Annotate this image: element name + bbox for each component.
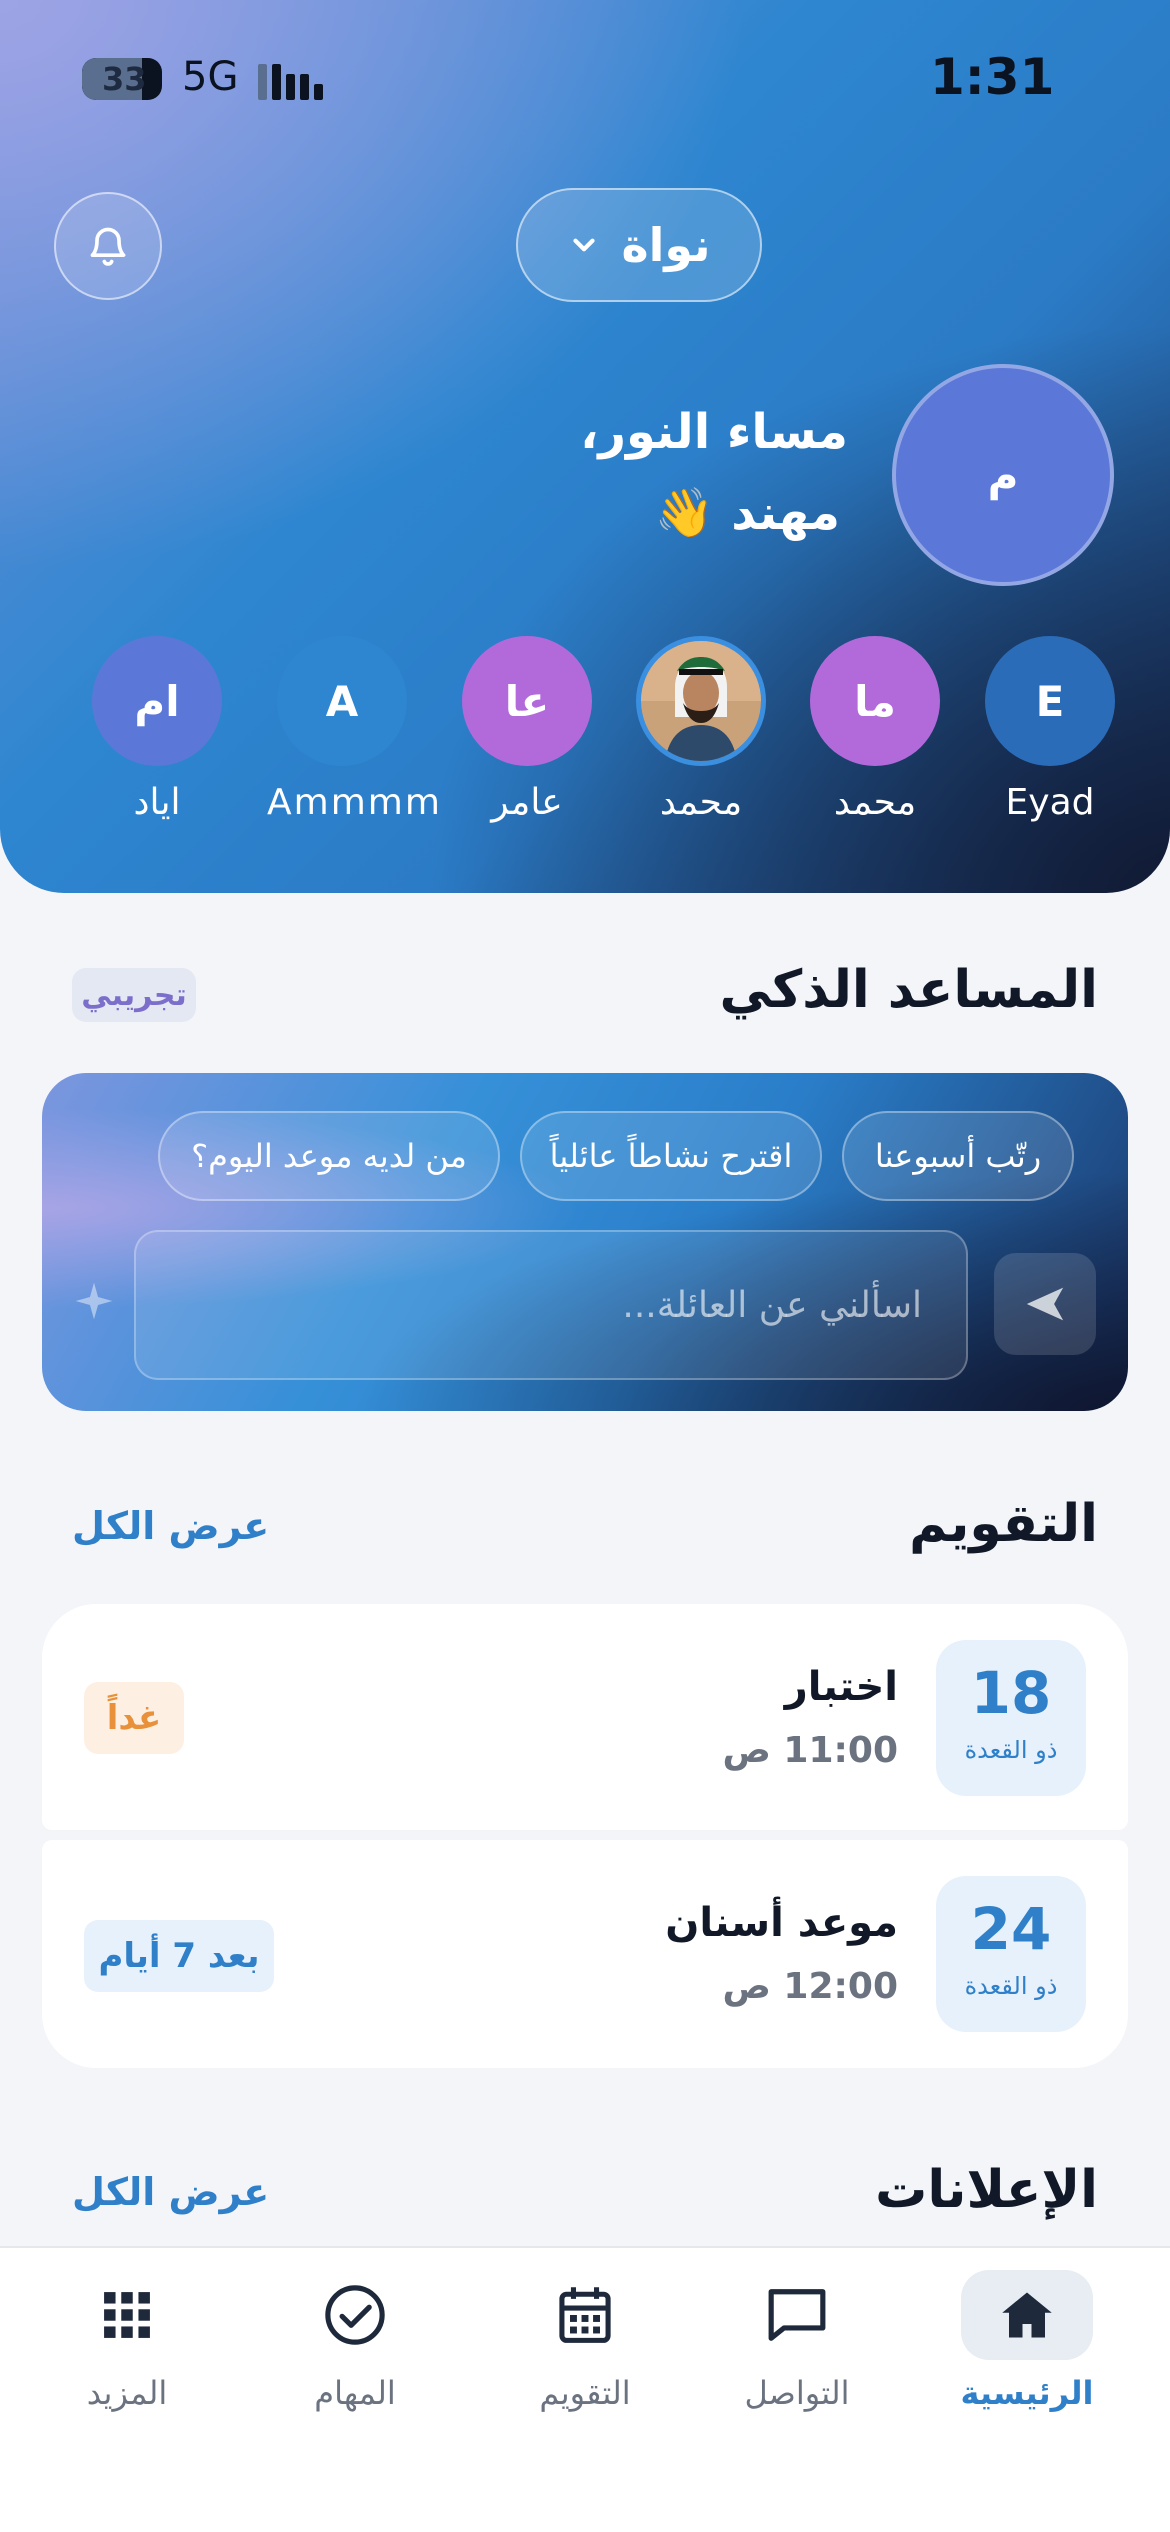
tab-home[interactable]: الرئيسية [942,2270,1112,2412]
member-item[interactable]: ام اياد [82,636,232,823]
greeting-line: مساء النور، [580,404,848,460]
member-avatar: عا [462,636,592,766]
event-month: ذو القعدة [964,1972,1058,2000]
member-name: Eyad [1005,782,1095,823]
event-date: 24 ذو القعدة [936,1876,1086,2032]
member-item[interactable]: E Eyad [975,636,1125,823]
member-name: اياد [133,782,181,823]
member-item[interactable]: ما محمد [800,636,950,823]
event-day: 24 [970,1895,1052,1963]
suggestion-chip[interactable]: رتّب أسبوعنا [842,1111,1074,1201]
announcements-view-all-link[interactable]: عرض الكل [72,2170,269,2214]
member-avatar: ام [92,636,222,766]
family-name: نواة [621,218,711,272]
event-card[interactable]: 18 ذو القعدة اختبار 11:00 ص غداً [42,1604,1128,1830]
tab-label: المهام [314,2374,396,2412]
event-status-badge: بعد 7 أيام [84,1920,274,1992]
assistant-input[interactable]: اسألني عن العائلة... [134,1230,968,1380]
event-card[interactable]: 24 ذو القعدة موعد أسنان 12:00 ص بعد 7 أي… [42,1840,1128,2068]
event-date: 18 ذو القعدة [936,1640,1086,1796]
tab-messages[interactable]: التواصل [712,2270,882,2412]
home-icon [961,2270,1093,2360]
suggestion-chip[interactable]: من لديه موعد اليوم؟ [158,1111,500,1201]
assistant-title: المساعد الذكي [719,960,1098,1020]
announcements-title: الإعلانات [875,2160,1098,2220]
battery-level: 33 [102,60,147,98]
person-photo-icon [641,641,761,761]
chat-icon [731,2270,863,2360]
grid-icon [61,2270,193,2360]
member-avatar: E [985,636,1115,766]
tab-label: التقويم [539,2374,631,2412]
user-avatar-initial: م [987,450,1019,500]
event-title: موعد أسنان [665,1900,898,1946]
event-day: 18 [970,1659,1052,1727]
sparkle-icon [75,1282,113,1320]
user-avatar[interactable]: م [892,364,1114,586]
member-item[interactable]: محمد [626,636,776,823]
bell-icon [90,227,126,266]
beta-badge: تجريبي [72,968,196,1022]
network-label: 5G [182,54,239,100]
status-time: 1:31 [930,48,1055,106]
tab-more[interactable]: المزيد [42,2270,212,2412]
battery-icon: 33 [82,58,162,100]
notifications-button[interactable] [54,192,162,300]
send-icon [1026,1287,1064,1321]
tab-label: المزيد [86,2374,168,2412]
send-button[interactable] [994,1253,1096,1355]
event-title: اختبار [784,1664,898,1710]
calendar-view-all-link[interactable]: عرض الكل [72,1504,269,1548]
check-circle-icon [289,2270,421,2360]
member-avatar: ما [810,636,940,766]
member-item[interactable]: A Ammmm [267,636,442,823]
member-name: محمد [833,782,917,823]
member-photo-avatar [636,636,766,766]
event-status-badge: غداً [84,1682,184,1754]
bottom-tab-bar: الرئيسية التواصل التقويم المهام المزيد [0,2246,1170,2532]
calendar-icon [519,2270,651,2360]
chevron-down-icon [573,238,596,252]
tab-label: الرئيسية [960,2374,1094,2412]
member-avatar: A [277,636,407,766]
tab-label: التواصل [744,2374,850,2412]
greeting-name: مهند 👋 [654,485,840,541]
suggestion-chip[interactable]: اقترح نشاطاً عائلياً [520,1111,822,1201]
assistant-card: رتّب أسبوعنا اقترح نشاطاً عائلياً من لدي… [42,1073,1128,1411]
event-month: ذو القعدة [964,1736,1058,1764]
member-name: عامر [491,782,563,823]
header-hero: 1:31 33 5G نواة مساء النور، مهند 👋 م E E… [0,0,1170,893]
tab-calendar[interactable]: التقويم [500,2270,670,2412]
member-name: Ammmm [267,782,442,823]
member-item[interactable]: عا عامر [452,636,602,823]
event-time: 11:00 ص [722,1730,898,1771]
family-switcher[interactable]: نواة [516,188,762,302]
tab-tasks[interactable]: المهام [270,2270,440,2412]
calendar-title: التقويم [909,1494,1098,1554]
event-time: 12:00 ص [722,1966,898,2007]
member-name: محمد [659,782,743,823]
